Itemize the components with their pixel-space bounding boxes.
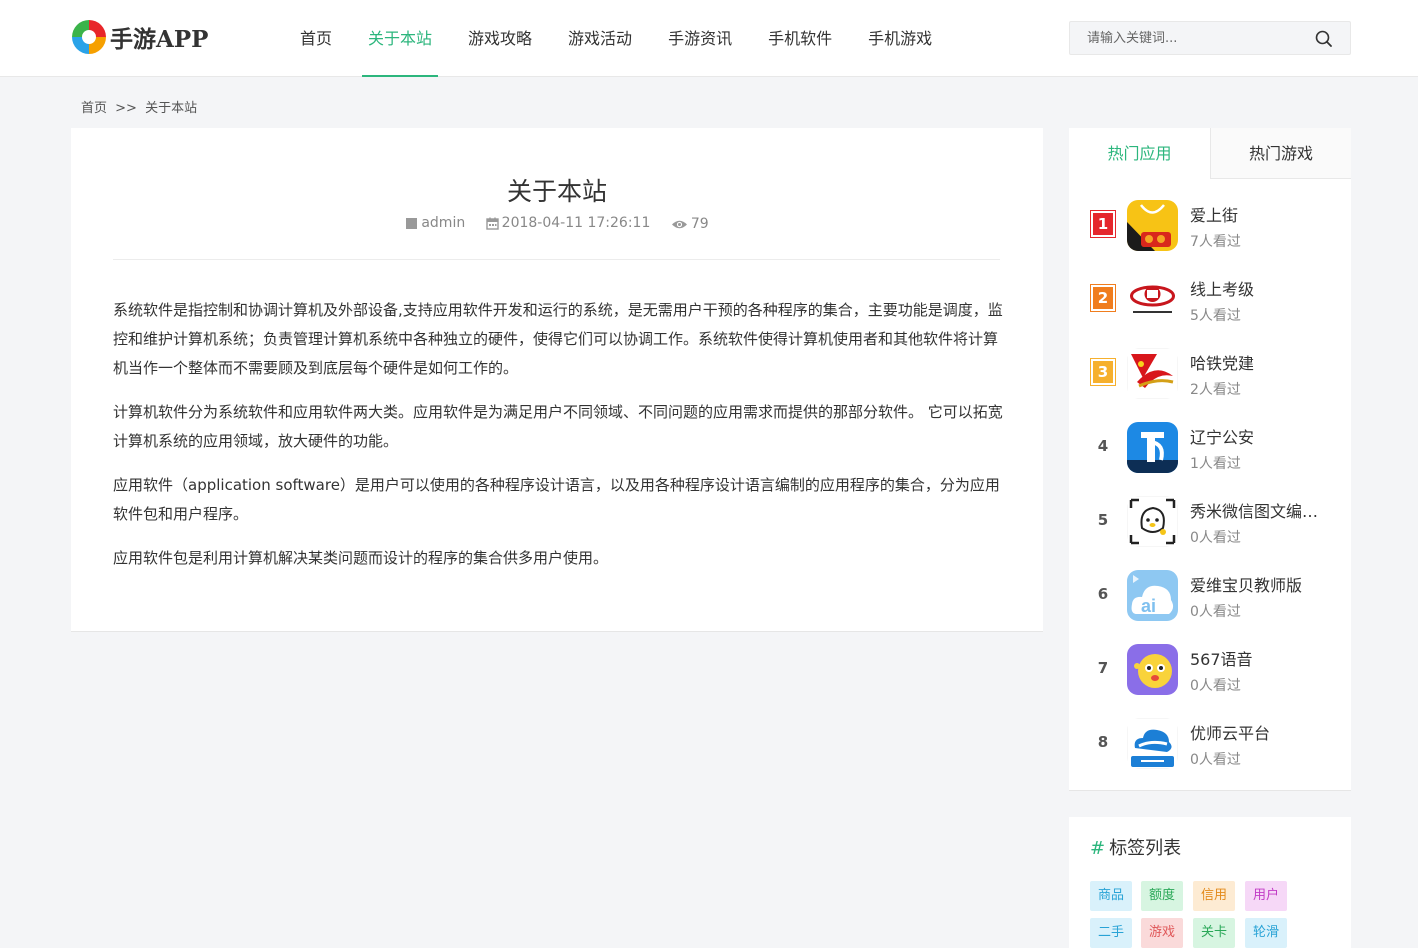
hot-apps-list: 1 爱上街 7人看过 2 线上考级 5人看过 3 哈铁党建 2人看过 4 辽宁公…: [1069, 197, 1351, 789]
app-views: 0人看过: [1190, 604, 1241, 620]
tab-hot-games[interactable]: 热门游戏: [1210, 128, 1351, 179]
nav-item-game-events[interactable]: 游戏活动: [550, 0, 650, 77]
rank-number: 6: [1097, 585, 1109, 603]
rank-number: 8: [1097, 733, 1109, 751]
breadcrumb-current: 关于本站: [145, 101, 198, 116]
rank-badge: 2: [1090, 284, 1116, 312]
hash-icon: #: [1090, 838, 1106, 859]
nav-item-game-guides[interactable]: 游戏攻略: [450, 0, 550, 77]
tag-item[interactable]: 二手: [1090, 918, 1133, 948]
tag-item[interactable]: 游戏: [1141, 918, 1184, 948]
exam-emblem-app-icon: [1127, 274, 1178, 325]
tag-list-panel: # 标签列表 商品 额度 信用 用户 二手 游戏 关卡 轮滑: [1069, 817, 1351, 948]
cloud-ai-app-icon: ai: [1127, 570, 1178, 621]
app-name: 秀米微信图文编辑器: [1190, 502, 1330, 521]
author-name: admin: [421, 215, 466, 231]
app-name: 哈铁党建: [1190, 354, 1255, 373]
article-datetime: 2018-04-11 17:26:11: [501, 215, 651, 231]
hot-app-item[interactable]: 5 秀米微信图文编辑器 0人看过: [1069, 493, 1351, 567]
article-card: 关于本站 admin 2018-04-11 17:26:11 79 系统软件是指…: [71, 128, 1043, 632]
article-title: 关于本站: [506, 177, 607, 206]
article-paragraph: 应用软件包是利用计算机解决某类问题而设计的程序的集合供多用户使用。: [113, 549, 609, 567]
nav-item-home[interactable]: 首页: [282, 0, 350, 77]
meta-views: 79: [671, 216, 709, 232]
youshi-cloud-app-icon: [1127, 718, 1178, 769]
site-header: 手游APP 首页 关于本站 游戏攻略 游戏活动 手游资讯 手机软件 手机游戏: [0, 0, 1418, 77]
breadcrumb-home[interactable]: 首页: [81, 101, 107, 116]
xiumi-mascot-app-icon: [1127, 496, 1178, 547]
user-icon: [406, 217, 418, 229]
hot-app-item[interactable]: 2 线上考级 5人看过: [1069, 271, 1351, 345]
tag-item[interactable]: 用户: [1245, 881, 1288, 911]
svg-text:ai: ai: [1141, 596, 1156, 616]
article-body: 系统软件是指控制和协调计算机及外部设备,支持应用软件开发和运行的系统，是无需用户…: [113, 296, 1003, 588]
meta-date: 2018-04-11 17:26:11: [485, 215, 651, 231]
tag-item[interactable]: 额度: [1141, 881, 1184, 911]
article-paragraph: 系统软件是指控制和协调计算机及外部设备,支持应用软件开发和运行的系统，是无需用户…: [113, 301, 1003, 377]
hot-app-item[interactable]: 1 爱上街 7人看过: [1069, 197, 1351, 271]
app-name: 爱维宝贝教师版: [1190, 576, 1303, 595]
app-name: 爱上街: [1190, 206, 1239, 225]
app-name: 优师云平台: [1190, 724, 1271, 743]
hot-tabs: 热门应用 热门游戏: [1069, 128, 1351, 179]
article-meta: admin 2018-04-11 17:26:11 79: [71, 215, 1043, 234]
police-app-icon: [1127, 422, 1178, 473]
hot-app-item[interactable]: 4 辽宁公安 1人看过: [1069, 419, 1351, 493]
hot-app-item[interactable]: 3 哈铁党建 2人看过: [1069, 345, 1351, 419]
app-views: 1人看过: [1190, 456, 1241, 472]
app-name: 567语音: [1190, 650, 1253, 669]
article-paragraph: 计算机软件分为系统软件和应用软件两大类。应用软件是为满足用户不同领域、不同问题的…: [113, 403, 1003, 450]
tag-item[interactable]: 商品: [1090, 881, 1133, 911]
tag-item[interactable]: 轮滑: [1245, 918, 1288, 948]
party-railway-app-icon: [1127, 348, 1178, 399]
rank-number: 4: [1097, 437, 1109, 455]
hot-apps-panel: 热门应用 热门游戏 1 爱上街 7人看过 2 线上考级 5人看过 3 哈铁党建 …: [1069, 128, 1351, 791]
rank-badge: 3: [1090, 358, 1116, 386]
voice-mascot-app-icon: [1127, 644, 1178, 695]
hot-app-item[interactable]: 6 ai 爱维宝贝教师版 0人看过: [1069, 567, 1351, 641]
article-paragraph: 应用软件（application software）是用户可以使用的各种程序设计…: [113, 476, 1000, 523]
article-views: 79: [690, 216, 709, 232]
shopping-bag-app-icon: [1127, 200, 1178, 251]
nav-item-mobile-news[interactable]: 手游资讯: [650, 0, 750, 77]
tag-item[interactable]: 信用: [1193, 881, 1236, 911]
eye-icon: [671, 220, 687, 228]
nav-item-mobile-games[interactable]: 手机游戏: [850, 0, 950, 77]
app-views: 0人看过: [1190, 530, 1241, 546]
tab-hot-apps[interactable]: 热门应用: [1069, 128, 1210, 179]
app-views: 5人看过: [1190, 308, 1241, 324]
search-icon[interactable]: [1315, 30, 1332, 47]
calendar-icon: [485, 217, 499, 230]
nav-item-mobile-apps[interactable]: 手机软件: [750, 0, 850, 77]
tag-item[interactable]: 关卡: [1193, 918, 1236, 948]
app-name: 辽宁公安: [1190, 428, 1255, 447]
app-views: 0人看过: [1190, 678, 1241, 694]
logo-text: 手游APP: [110, 26, 209, 53]
meta-author: admin: [405, 215, 465, 231]
rank-badge: 1: [1090, 210, 1116, 238]
rank-number: 5: [1097, 511, 1109, 529]
tag-list-title-text: 标签列表: [1109, 838, 1182, 859]
search-input[interactable]: [1070, 22, 1310, 54]
site-logo[interactable]: 手游APP: [72, 19, 208, 55]
title-divider: [113, 259, 1000, 260]
breadcrumb-separator: >>: [115, 101, 137, 116]
search-box: [1069, 21, 1351, 55]
logo-icon: [72, 20, 106, 54]
app-views: 2人看过: [1190, 382, 1241, 398]
hot-app-item[interactable]: 7 567语音 0人看过: [1069, 641, 1351, 715]
app-name: 线上考级: [1190, 280, 1255, 299]
rank-number: 7: [1097, 659, 1109, 677]
breadcrumb: 首页 >> 关于本站: [81, 97, 201, 116]
tag-list-title: # 标签列表: [1090, 834, 1181, 860]
hot-app-item[interactable]: 8 优师云平台 0人看过: [1069, 715, 1351, 789]
nav-item-about[interactable]: 关于本站: [350, 0, 450, 77]
app-views: 0人看过: [1190, 752, 1241, 768]
main-nav: 首页 关于本站 游戏攻略 游戏活动 手游资讯 手机软件 手机游戏: [282, 0, 950, 77]
app-views: 7人看过: [1190, 234, 1241, 250]
